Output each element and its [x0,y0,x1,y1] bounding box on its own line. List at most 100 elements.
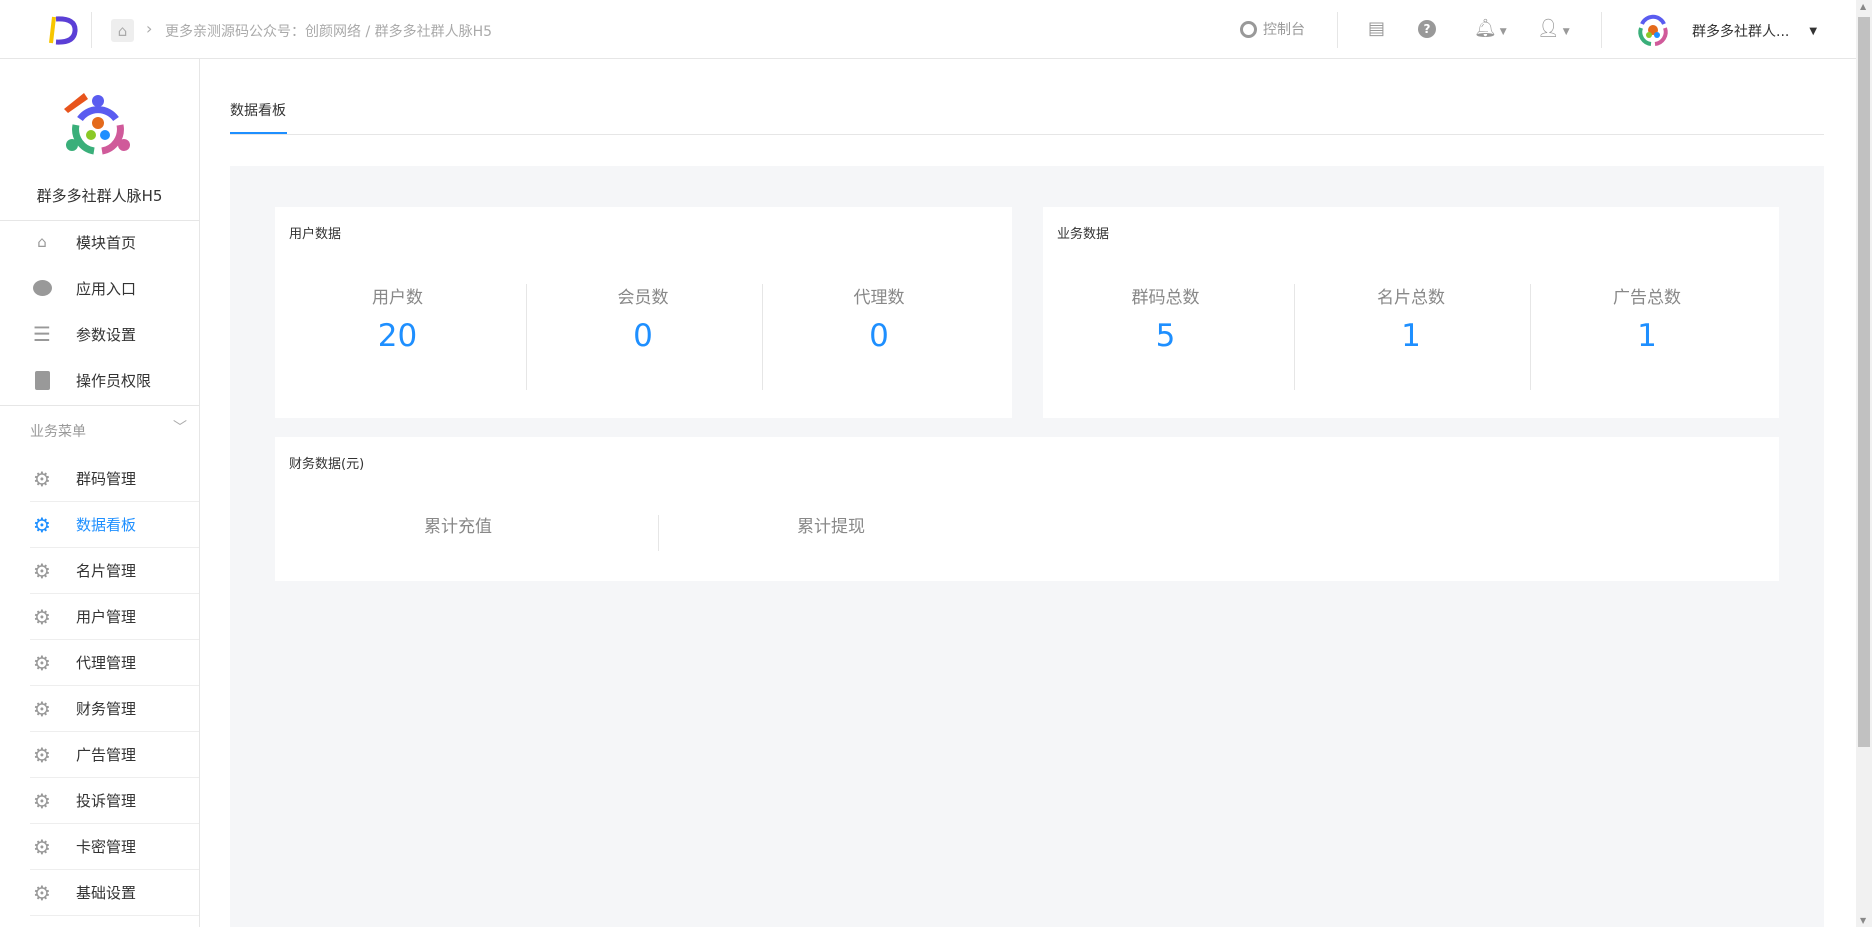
stat-group-codes: 群码总数 5 [1043,207,1288,418]
stat-label: 名片总数 [1377,288,1445,308]
sidebar-item-app-entry[interactable]: 应用入口 [0,265,199,311]
divider [1294,284,1295,390]
dashboard-gauge-icon [1240,20,1257,38]
sidebar-item-label: 投诉管理 [76,792,137,810]
sidebar-item-3[interactable]: ⚙ 用户管理 [30,594,199,640]
gear-icon: ⚙ [33,880,51,905]
stat-label: 广告总数 [1613,288,1681,308]
sidebar-item-7[interactable]: ⚙ 投诉管理 [30,778,199,824]
gear-icon: ⚙ [33,512,51,537]
divider [1530,284,1531,390]
sidebar-item-label: 用户管理 [76,608,137,626]
app-logo [62,91,134,163]
home-icon: ⌂ [117,21,128,40]
sidebar-item-8[interactable]: ⚙ 卡密管理 [30,824,199,870]
stat-value: 1 [1637,318,1657,354]
stat-members: 会员数 0 [528,207,758,418]
divider [526,284,527,390]
stat-label: 群码总数 [1131,288,1200,308]
stat-value: 1 [1401,318,1421,354]
stat-agents: 代理数 0 [764,207,994,418]
sidebar-item-label: 卡密管理 [76,838,137,856]
gear-icon: ⚙ [33,466,51,491]
sidebar-item-label: 数据看板 [76,516,137,534]
sidebar-item-1[interactable]: ⚙ 数据看板 [30,502,199,548]
section-toggle-business-menu[interactable]: 业务菜单 ﹀ [30,420,199,445]
account-menu[interactable]: 群多多社群人... ▼ [1692,21,1817,41]
scrollbar-thumb[interactable] [1858,17,1870,747]
stat-value: 0 [633,318,653,354]
sidebar-item-2[interactable]: ⚙ 名片管理 [30,548,199,594]
divider [1337,12,1338,48]
document-edit-icon [31,369,53,391]
sidebar-item-6[interactable]: ⚙ 广告管理 [30,732,199,778]
user-data-card: 用户数据 用户数 20 会员数 0 代理数 0 [275,207,1012,418]
stat-users: 用户数 20 [275,207,520,418]
finance-data-card: 财务数据(元) 累计充值 累计提现 [275,437,1779,581]
account-avatar[interactable] [1636,12,1670,48]
divider [91,12,92,48]
gear-icon: ⚙ [33,788,51,813]
console-link[interactable]: 控制台 [1240,19,1305,39]
sidebar-item-label: 代理管理 [76,654,137,672]
sidebar: 群多多社群人脉H5 ⌂ 模块首页 应用入口 ☰ 参数设置 操作员权限 业务菜单 ﹀ … [0,59,200,927]
sidebar-item-params[interactable]: ☰ 参数设置 [0,311,199,357]
home-icon: ⌂ [37,233,47,251]
sidebar-item-label: 名片管理 [76,562,137,580]
caret-down-icon: ▼ [1809,25,1818,37]
home-button[interactable]: ⌂ [111,19,134,42]
sidebar-item-label: 基础设置 [76,884,137,902]
scroll-down-arrow-icon[interactable]: ▼ [1860,916,1866,925]
stat-value: 5 [1155,318,1176,354]
help-icon[interactable]: ? [1418,20,1436,38]
brand-logo[interactable] [48,14,78,46]
chevron-down-icon: ﹀ [173,420,187,436]
sidebar-item-label: 模块首页 [76,233,137,252]
breadcrumb: 更多亲测源码公众号：创颜网络 / 群多多社群人脉H5 [165,24,493,40]
gear-icon: ⚙ [33,558,51,583]
sidebar-item-4[interactable]: ⚙ 代理管理 [30,640,199,686]
gear-icon: ⚙ [33,742,51,767]
user-icon[interactable]: 👤︎ ▼ [1537,18,1570,43]
dashboard-panel: 用户数据 用户数 20 会员数 0 代理数 0 业务数据 群码总数 5 名片总数 1 广告… [230,166,1824,927]
stat-label: 会员数 [617,288,669,308]
stat-label: 累计充值 [424,517,492,537]
tab-data-dashboard[interactable]: 数据看板 [230,100,286,120]
sidebar-item-label: 财务管理 [76,700,137,718]
divider [230,134,1824,135]
sidebar-item-label: 操作员权限 [76,371,152,390]
sidebar-item-label: 应用入口 [76,279,137,298]
gear-icon: ⚙ [33,834,51,859]
sidebar-item-label: 群码管理 [76,470,137,488]
stat-label: 用户数 [372,288,423,308]
stat-cards: 名片总数 1 [1296,207,1526,418]
divider [0,405,199,406]
gear-icon: ⚙ [33,604,51,629]
sidebar-item-module-home[interactable]: ⌂ 模块首页 [0,219,199,265]
scroll-up-arrow-icon[interactable]: ▲ [1860,2,1866,11]
stat-label: 累计提现 [797,517,865,537]
stat-ads: 广告总数 1 [1532,207,1762,418]
store-icon[interactable]: ▤ [1368,18,1385,40]
stat-value: 20 [377,318,418,354]
stat-total-withdraw: 累计提现 [641,437,1021,581]
sidebar-item-label: 广告管理 [76,746,137,764]
sidebar-item-5[interactable]: ⚙ 财务管理 [30,686,199,732]
list-icon: ☰ [33,322,51,346]
sidebar-item-0[interactable]: ⚙ 群码管理 [30,456,199,502]
section-label: 业务菜单 [30,424,86,440]
divider [762,284,763,390]
console-label: 控制台 [1263,22,1305,38]
chat-bubble-icon [31,277,53,299]
stat-label: 代理数 [853,288,905,308]
chevron-right-icon: › [146,19,153,38]
vertical-scrollbar[interactable]: ▲ ▼ [1856,0,1872,927]
sidebar-item-9[interactable]: ⚙ 基础设置 [30,870,199,916]
gear-icon: ⚙ [33,650,51,675]
stat-value: 0 [869,318,889,354]
app-name: 群多多社群人脉H5 [36,187,163,205]
sidebar-item-label: 参数设置 [76,325,137,344]
bell-icon[interactable]: 🔔︎ ▼ [1474,18,1507,43]
sidebar-item-operator-permissions[interactable]: 操作员权限 [0,357,199,403]
divider [1601,12,1602,48]
